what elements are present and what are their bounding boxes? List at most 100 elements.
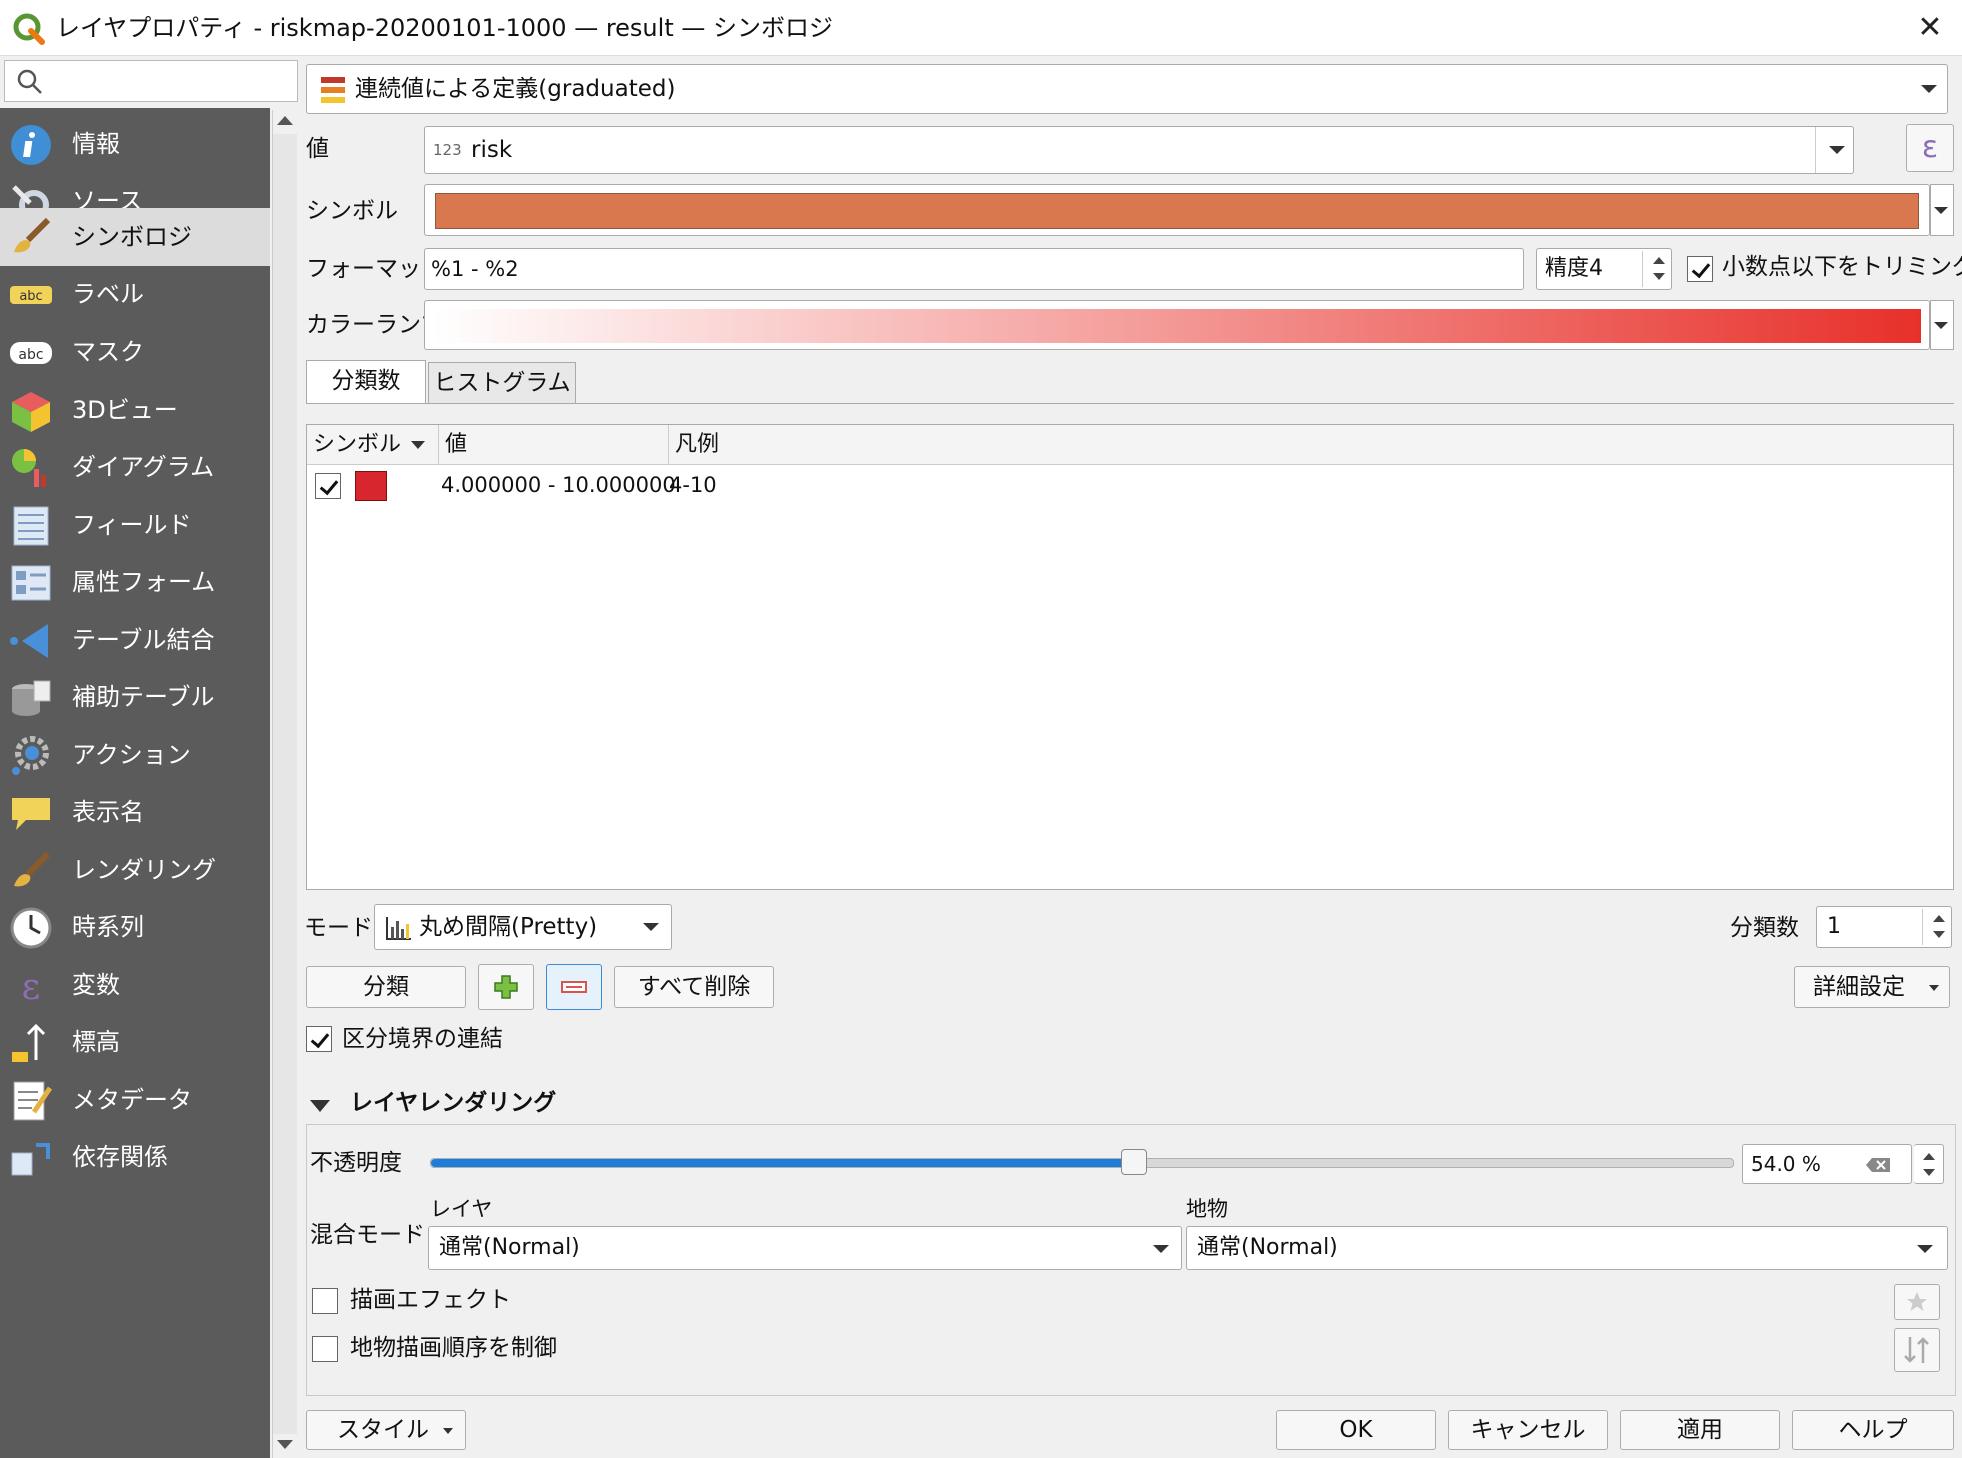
combo-divider [1815, 127, 1816, 173]
feature-order-checkbox[interactable] [312, 1336, 338, 1362]
header-legend[interactable]: 凡例 [669, 425, 1953, 465]
opacity-slider[interactable] [430, 1149, 1734, 1175]
layer-rendering-title[interactable]: レイヤレンダリング [350, 1086, 556, 1120]
help-button[interactable]: ヘルプ [1792, 1410, 1954, 1450]
opacity-slider-fill [431, 1159, 1135, 1167]
row-visible-checkbox[interactable] [315, 473, 341, 499]
spin-down-icon[interactable] [1923, 1169, 1935, 1176]
spin-divider [1642, 251, 1643, 287]
rendering-brush-icon [14, 851, 51, 887]
spin-up-icon[interactable] [1933, 915, 1945, 922]
fields-icon [13, 506, 49, 546]
trim-decimals-checkbox[interactable] [1687, 256, 1713, 282]
tab-classes[interactable]: 分類数 [306, 360, 426, 404]
title-bar: レイヤプロパティ - riskmap-20200101-1000 — resul… [0, 0, 1962, 56]
opacity-slider-handle[interactable] [1121, 1149, 1148, 1175]
attribute-form-icon [11, 565, 51, 601]
qgis-logo-icon [13, 13, 45, 45]
row-symbol-swatch[interactable] [355, 471, 387, 501]
class-table[interactable]: シンボル 値 凡例 4.000000 - 10.000000 4-10 [306, 424, 1954, 890]
remove-class-button[interactable] [546, 964, 602, 1010]
value-field-text: risk [471, 137, 513, 163]
ok-button[interactable]: OK [1276, 1410, 1436, 1450]
feature-blend-select[interactable]: 通常(Normal) [1186, 1226, 1948, 1270]
color-ramp-button[interactable] [424, 300, 1930, 350]
close-icon[interactable]: ✕ [1908, 8, 1952, 48]
color-ramp-menu-button[interactable] [1930, 300, 1954, 350]
row-value[interactable]: 4.000000 - 10.000000 [441, 467, 676, 503]
value-label: 値 [306, 136, 329, 162]
elevation-icon [12, 1023, 46, 1062]
plus-icon [494, 975, 518, 999]
add-class-button[interactable] [478, 964, 534, 1010]
auxiliary-storage-icon [12, 680, 51, 716]
symbol-button[interactable] [424, 184, 1930, 236]
blend-mode-label: 混合モード [310, 1222, 425, 1248]
sort-indicator-icon [411, 441, 425, 449]
header-value[interactable]: 値 [439, 425, 669, 465]
dependencies-icon [11, 1143, 50, 1176]
cancel-button[interactable]: キャンセル [1448, 1410, 1608, 1450]
header-symbol[interactable]: シンボル [307, 425, 439, 465]
classify-button[interactable]: 分類 [306, 966, 466, 1008]
draw-effects-checkbox[interactable] [312, 1288, 338, 1314]
header-symbol-label: シンボル [313, 432, 402, 457]
opacity-spin-arrows[interactable] [1914, 1144, 1944, 1184]
classes-spinbox[interactable]: 1 [1816, 906, 1952, 948]
chevron-down-icon [443, 1428, 453, 1434]
chevron-down-icon [1153, 1245, 1169, 1253]
scroll-up-icon[interactable] [277, 116, 293, 125]
sidebar-item-label: 依存関係 [72, 1143, 168, 1171]
renderer-type-select[interactable]: 連続値による定義(graduated) [306, 64, 1948, 114]
delete-all-button[interactable]: すべて削除 [614, 966, 774, 1008]
color-ramp-label: カラーランプ [306, 312, 444, 338]
tab-bar-line [306, 403, 1954, 404]
mode-select[interactable]: 丸め間隔(Pretty) [374, 904, 672, 950]
symbology-brush-icon [14, 217, 51, 253]
link-boundaries-checkbox[interactable] [306, 1026, 332, 1052]
effects-settings-button[interactable] [1894, 1284, 1940, 1320]
chevron-down-icon [643, 923, 659, 931]
value-field-select[interactable]: 123 risk [424, 126, 1854, 174]
color-ramp-gradient [433, 309, 1921, 343]
trim-decimals-label: 小数点以下をトリミング [1722, 254, 1962, 280]
svg-text:abc: abc [18, 347, 43, 363]
chevron-down-icon [1921, 85, 1937, 93]
chevron-down-icon [1934, 322, 1948, 329]
spin-up-icon[interactable] [1923, 1153, 1935, 1160]
search-icon [17, 69, 42, 94]
precision-spinbox[interactable]: 精度4 [1536, 248, 1672, 290]
chevron-down-icon [1917, 1245, 1933, 1253]
sidebar-scrollbar[interactable] [272, 110, 297, 1458]
pretty-breaks-icon [386, 917, 411, 940]
apply-button[interactable]: 適用 [1620, 1410, 1780, 1450]
chevron-down-icon [1934, 207, 1948, 214]
chevron-down-icon [1929, 985, 1939, 991]
classes-label: 分類数 [1730, 915, 1799, 941]
layer-blend-select[interactable]: 通常(Normal) [428, 1226, 1182, 1270]
draw-effects-label: 描画エフェクト [350, 1287, 511, 1313]
collapse-triangle-icon[interactable] [310, 1100, 330, 1112]
advanced-button[interactable]: 詳細設定 [1794, 966, 1950, 1008]
scroll-down-icon[interactable] [277, 1440, 293, 1449]
search-input[interactable] [4, 60, 298, 102]
style-button-label: スタイル [337, 1417, 429, 1443]
clear-icon[interactable] [1865, 1157, 1891, 1173]
sort-order-icon [1904, 1337, 1929, 1363]
scrollbar-track[interactable] [273, 134, 297, 1434]
row-legend[interactable]: 4-10 [669, 467, 717, 503]
sidebar-item-dependencies[interactable]: 依存関係 [0, 1121, 270, 1193]
format-input[interactable]: %1 - %2 [424, 248, 1524, 290]
style-button[interactable]: スタイル [306, 1410, 466, 1450]
symbol-menu-button[interactable] [1930, 184, 1954, 236]
tab-histogram[interactable]: ヒストグラム [428, 362, 576, 404]
feature-order-label: 地物描画順序を制御 [350, 1335, 557, 1361]
spin-up-icon[interactable] [1653, 257, 1665, 264]
feature-order-button[interactable] [1894, 1328, 1940, 1372]
expression-button[interactable]: ε [1906, 124, 1954, 172]
link-boundaries-label: 区分境界の連結 [342, 1026, 503, 1052]
opacity-spinbox[interactable]: 54.0 % [1742, 1144, 1912, 1184]
spin-down-icon[interactable] [1933, 931, 1945, 938]
spin-down-icon[interactable] [1653, 273, 1665, 280]
table-row[interactable]: 4.000000 - 10.000000 4-10 [307, 467, 1953, 507]
